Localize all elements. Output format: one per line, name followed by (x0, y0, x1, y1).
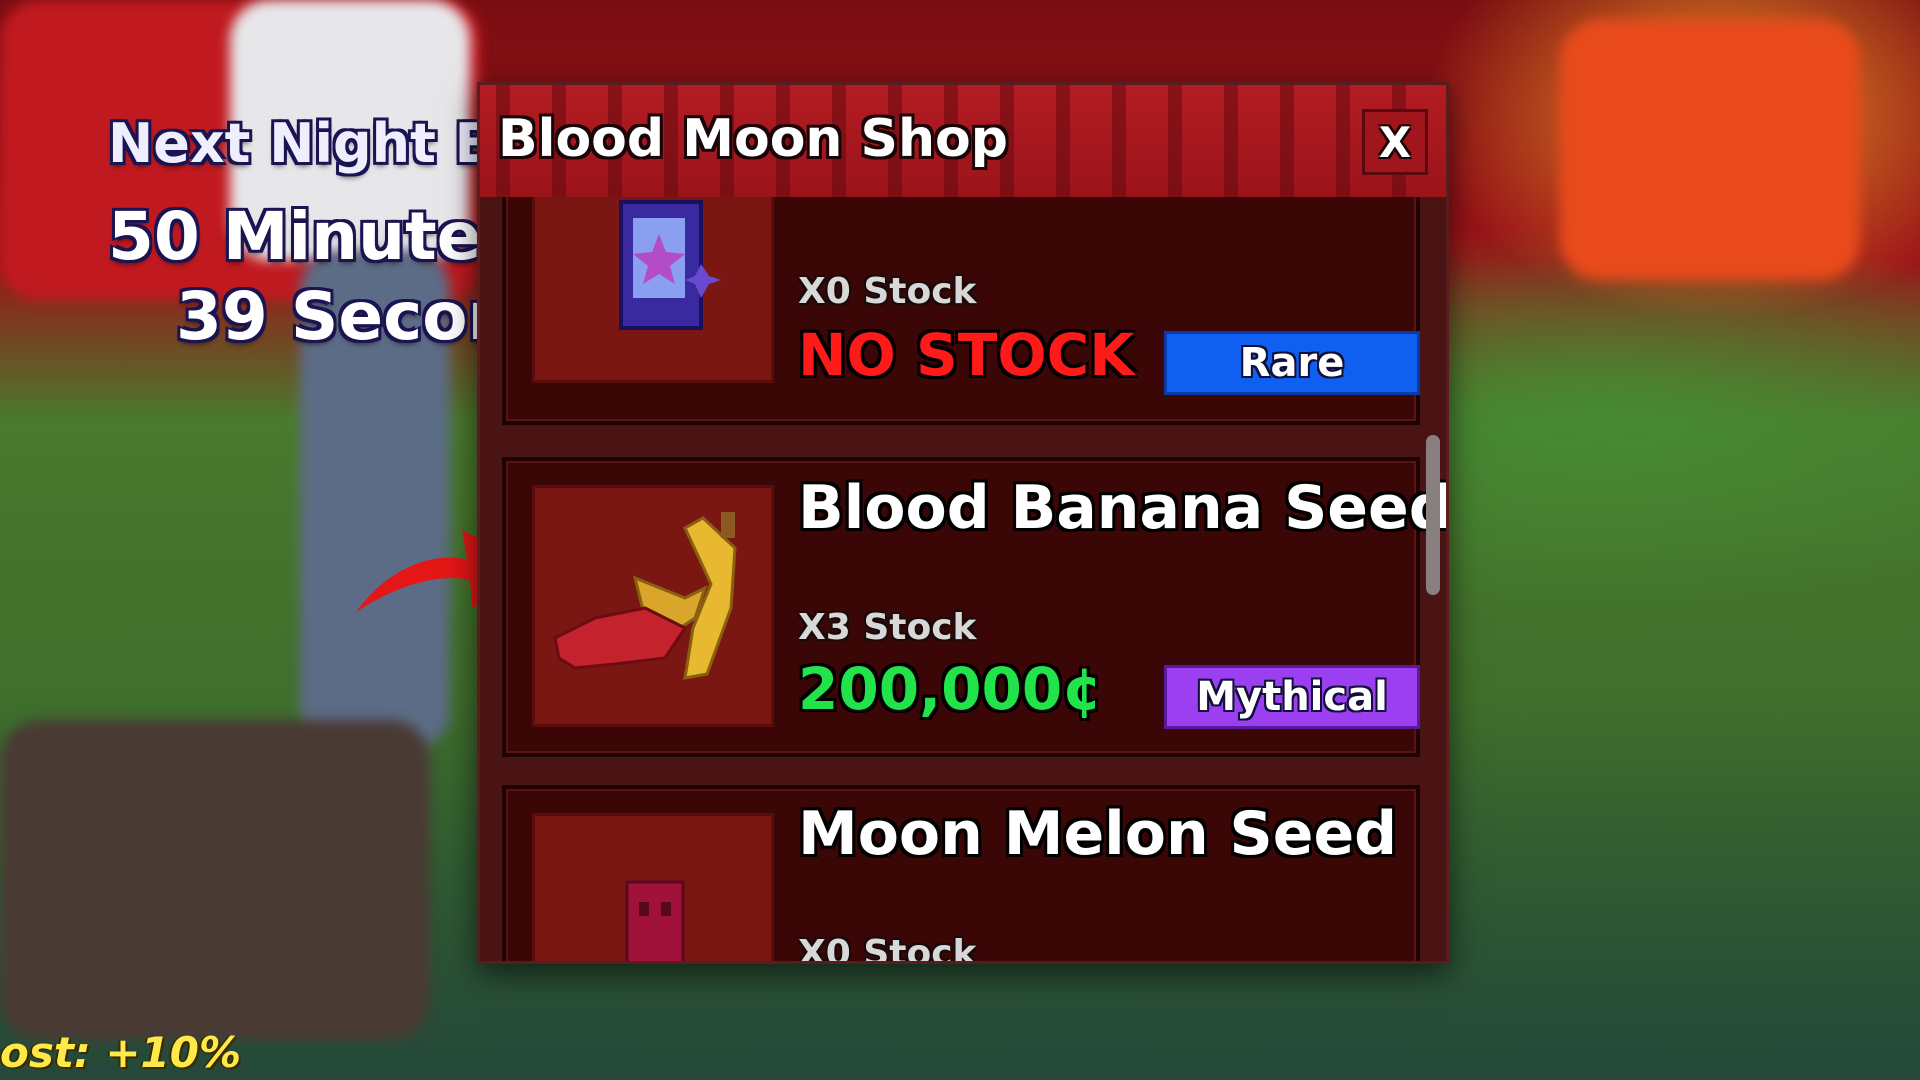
item-price: 200,000¢ (798, 655, 1103, 723)
shop-header: Blood Moon Shop X (480, 85, 1446, 197)
background-dark-floor (0, 720, 430, 1040)
shop-item-card[interactable]: X0 Stock NO STOCK Rare (502, 197, 1420, 425)
item-price: NO STOCK (798, 321, 1135, 389)
item-stock: X0 Stock (798, 933, 977, 961)
rarity-badge-rare: Rare (1164, 331, 1420, 395)
blood-banana-icon (553, 512, 737, 680)
item-image-frame (532, 197, 774, 383)
item-name: Blood Banana Seed (798, 473, 1446, 543)
item-image-frame (532, 813, 774, 961)
item-name: Moon Melon Seed (798, 799, 1398, 869)
night-event-minutes: 50 Minutes (108, 198, 521, 275)
moon-melon-icon (625, 880, 685, 961)
night-event-seconds: 39 Secon (176, 278, 515, 355)
item-stock: X3 Stock (798, 607, 977, 648)
background-fire-tree (1560, 20, 1860, 280)
scrollbar[interactable] (1426, 435, 1440, 595)
shop-item-list[interactable]: X0 Stock NO STOCK Rare Blood Banana Seed… (480, 197, 1446, 961)
item-image-frame (532, 485, 774, 727)
boost-indicator: ost: +10% (0, 1028, 242, 1077)
close-button[interactable]: X (1362, 109, 1428, 175)
rarity-badge-mythical: Mythical (1164, 665, 1420, 729)
shop-item-card[interactable]: Moon Melon Seed X0 Stock (502, 785, 1420, 961)
shop-item-card[interactable]: Blood Banana Seed X3 Stock 200,000¢ Myth… (502, 457, 1446, 757)
seed-pack-icon (619, 200, 721, 330)
blood-moon-shop-window: Blood Moon Shop X X0 Stock NO STOCK Rare (477, 82, 1449, 964)
night-event-label: Next Night E (108, 112, 492, 175)
item-stock: X0 Stock (798, 271, 977, 312)
shop-title: Blood Moon Shop (498, 109, 1008, 169)
